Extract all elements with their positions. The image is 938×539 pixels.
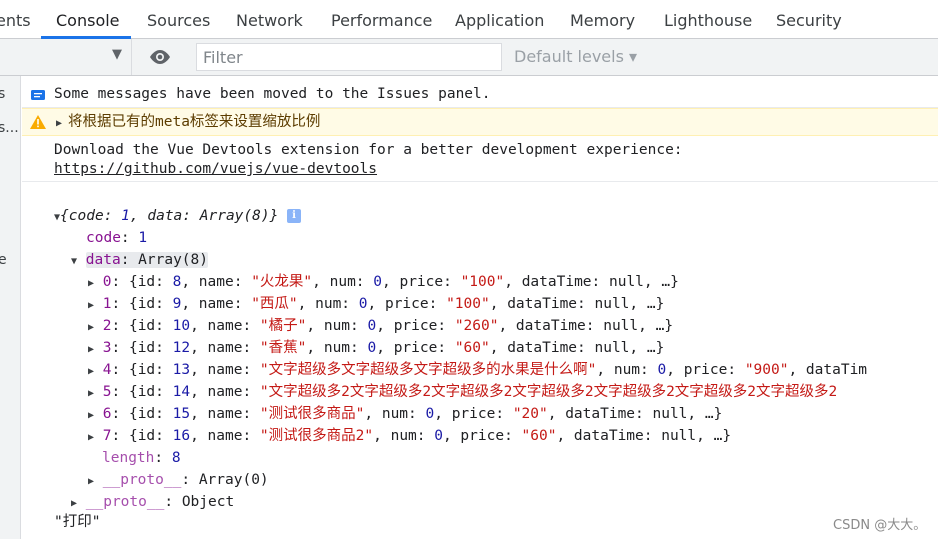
tab-lighthouse[interactable]: Lighthouse xyxy=(664,0,752,39)
array-item[interactable]: ▶ 2: {id: 10, name: "橘子", num: 0, price:… xyxy=(88,316,673,338)
object-property-data[interactable]: ▼ data: Array(8) xyxy=(71,250,208,272)
array-length: length: 8 xyxy=(102,450,181,466)
array-item[interactable]: ▶ 3: {id: 12, name: "香蕉", num: 0, price:… xyxy=(88,338,664,360)
message-icon xyxy=(31,90,45,100)
object-proto[interactable]: ▶ __proto__: Object xyxy=(71,492,234,514)
console-message-warning[interactable]: ▶ 将根据已有的meta标签来设置缩放比例 xyxy=(22,108,938,136)
warning-message-text: 将根据已有的meta标签来设置缩放比例 xyxy=(68,114,321,130)
vue-devtools-text: Download the Vue Devtools extension for … xyxy=(54,142,683,158)
console-toolbar: ▼ Filter Default levels ▾ xyxy=(0,39,938,76)
sidebar-fragment: s xyxy=(0,86,5,102)
array-proto[interactable]: ▶ __proto__: Array(0) xyxy=(88,470,269,492)
printed-string: "打印" xyxy=(54,514,101,530)
expand-triangle-icon: ▶ xyxy=(88,388,95,399)
object-property-code: code: 1 xyxy=(86,230,148,246)
sidebar-fragment: e xyxy=(0,252,7,268)
tab-sources[interactable]: Sources xyxy=(147,0,210,39)
expand-triangle-icon: ▶ xyxy=(88,322,95,333)
object-summary[interactable]: ▼{code: 1, data: Array(8)} i xyxy=(54,206,302,228)
csdn-watermark: CSDN @大大。 xyxy=(833,518,927,533)
array-item[interactable]: ▶ 7: {id: 16, name: "测试很多商品2", num: 0, p… xyxy=(88,426,731,448)
console-output: Some messages have been moved to the Iss… xyxy=(22,76,938,539)
context-selector[interactable]: ▼ xyxy=(0,39,132,75)
tab-network[interactable]: Network xyxy=(236,0,303,39)
array-item[interactable]: ▶ 1: {id: 9, name: "西瓜", num: 0, price: … xyxy=(88,294,664,316)
array-item[interactable]: ▶ 6: {id: 15, name: "测试很多商品", num: 0, pr… xyxy=(88,404,722,426)
console-sidebar[interactable]: s s... e xyxy=(0,76,21,539)
collapse-triangle-icon[interactable]: ▼ xyxy=(71,256,77,267)
tab-elements[interactable]: ents xyxy=(0,0,31,39)
dropdown-arrow-icon[interactable]: ▼ xyxy=(112,47,122,62)
array-item[interactable]: ▶ 5: {id: 14, name: "文字超级多2文字超级多2文字超级多2文… xyxy=(88,382,938,404)
expand-triangle-icon: ▶ xyxy=(88,366,95,377)
expand-triangle-icon: ▶ xyxy=(88,410,95,421)
info-message-text: Some messages have been moved to the Iss… xyxy=(54,86,491,102)
array-item[interactable]: ▶ 4: {id: 13, name: "文字超级多文字超级多文字超级多的水果是… xyxy=(88,360,938,382)
tab-application[interactable]: Application xyxy=(455,0,544,39)
eye-icon[interactable] xyxy=(148,49,172,65)
tab-memory[interactable]: Memory xyxy=(570,0,635,39)
log-levels-dropdown[interactable]: Default levels ▾ xyxy=(514,47,637,66)
array-item[interactable]: ▶ 0: {id: 8, name: "火龙果", num: 0, price:… xyxy=(88,272,679,294)
info-badge-icon[interactable]: i xyxy=(287,209,302,223)
filter-input[interactable]: Filter xyxy=(196,43,502,71)
tab-performance[interactable]: Performance xyxy=(331,0,432,39)
sidebar-fragment: s... xyxy=(0,120,19,136)
expand-triangle-icon[interactable]: ▶ xyxy=(56,114,62,134)
tab-console[interactable]: Console xyxy=(56,0,120,39)
tab-security[interactable]: Security xyxy=(776,0,842,39)
warning-icon xyxy=(30,115,46,129)
expand-triangle-icon: ▶ xyxy=(88,476,95,487)
vue-devtools-link[interactable]: https://github.com/vuejs/vue-devtools xyxy=(54,159,377,179)
expand-triangle-icon: ▶ xyxy=(71,498,78,509)
console-message-log: Download the Vue Devtools extension for … xyxy=(22,136,938,182)
expand-triangle-icon: ▶ xyxy=(88,300,95,311)
expand-triangle-icon: ▶ xyxy=(88,278,95,289)
console-message-info: Some messages have been moved to the Iss… xyxy=(22,82,938,108)
expand-triangle-icon: ▶ xyxy=(88,432,95,443)
devtools-tab-bar: ents Console Sources Network Performance… xyxy=(0,0,938,39)
expand-triangle-icon: ▶ xyxy=(88,344,95,355)
